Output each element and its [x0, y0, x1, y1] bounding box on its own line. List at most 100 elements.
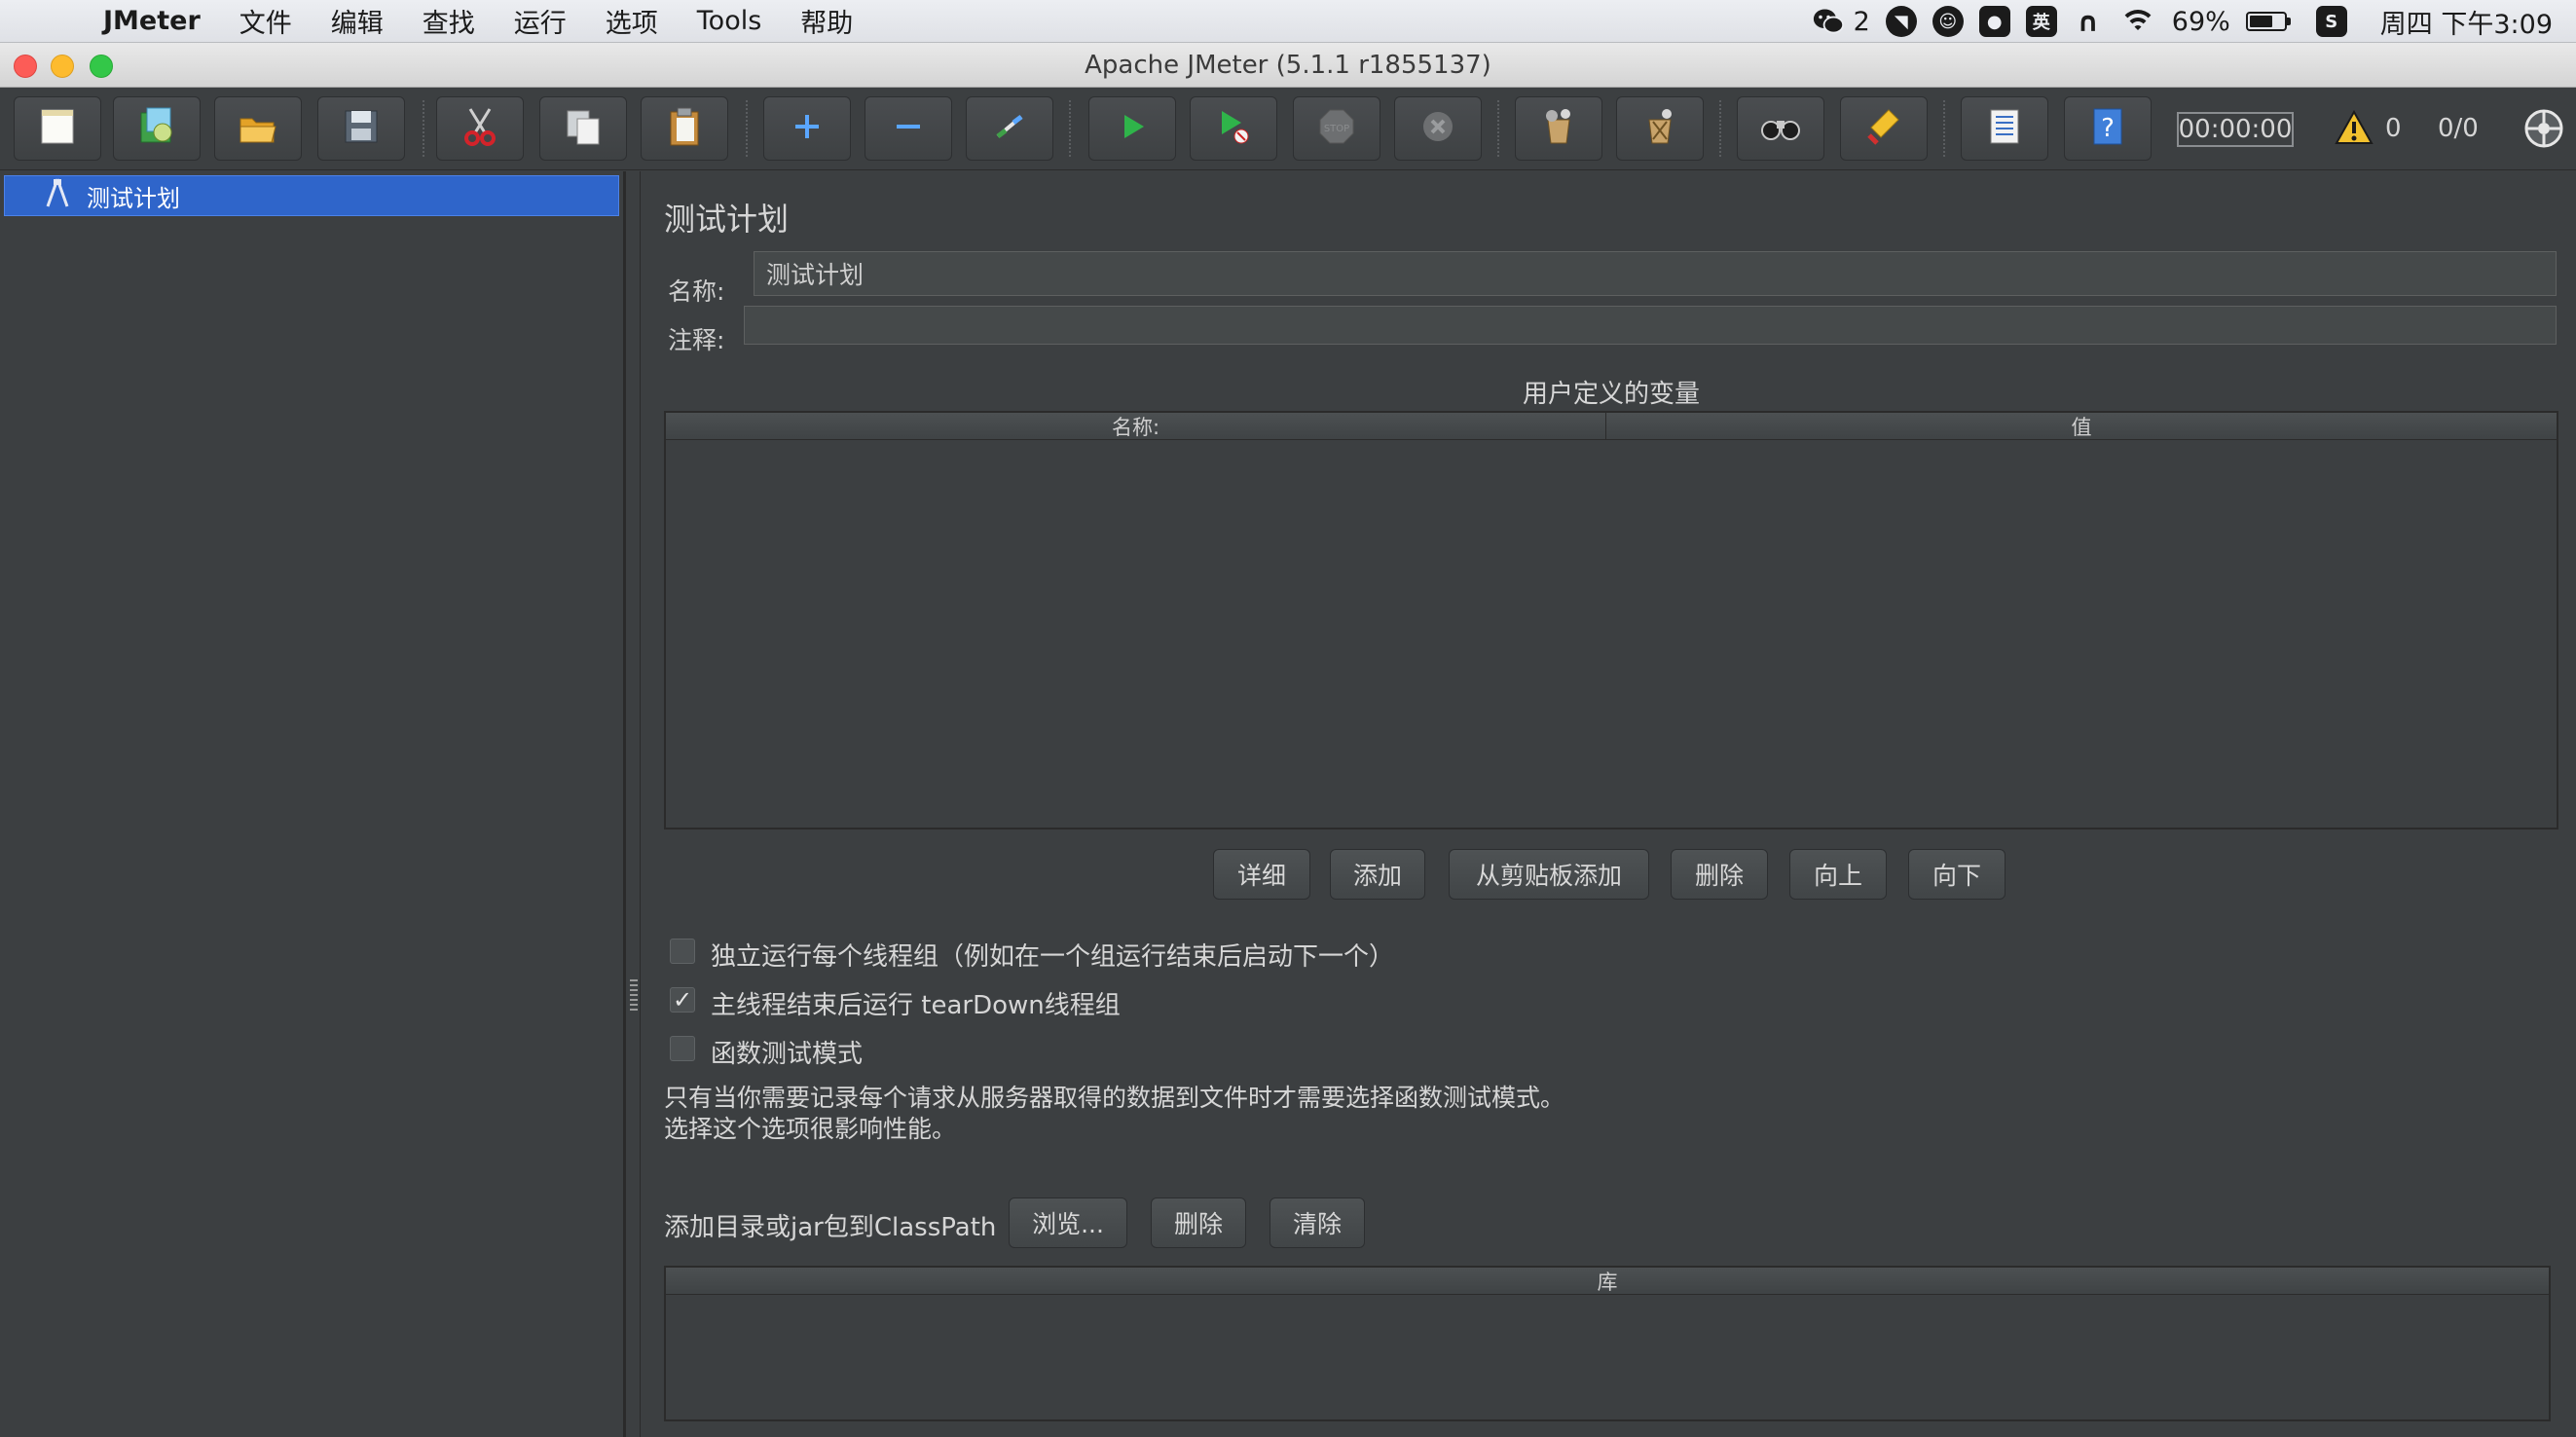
toggle-icon	[990, 107, 1029, 150]
search-button[interactable]	[1737, 96, 1824, 161]
tray-app-icon-2[interactable]: ☺	[1932, 6, 1964, 37]
tree-item-label: 测试计划	[87, 184, 180, 212]
save-icon	[342, 107, 381, 150]
paste-button[interactable]	[641, 96, 728, 161]
headphones-icon[interactable]: ∩	[2073, 6, 2104, 38]
function-helper-button[interactable]	[1961, 96, 2048, 161]
table-header: 名称: 值	[666, 413, 2557, 440]
start-no-pauses-button[interactable]	[1190, 96, 1277, 161]
help-icon: ?	[2090, 107, 2125, 150]
teardown-on-shutdown-checkbox[interactable]: ✓	[670, 987, 695, 1013]
templates-icon	[135, 105, 178, 152]
new-button[interactable]	[14, 96, 101, 161]
window-title: Apache JMeter (5.1.1 r1855137)	[1085, 50, 1491, 80]
copy-button[interactable]	[539, 96, 627, 161]
remote-engines-icon[interactable]	[2523, 108, 2564, 153]
help-button[interactable]: ?	[2064, 96, 2152, 161]
menu-file[interactable]: 文件	[239, 2, 292, 40]
comment-label: 注释:	[668, 326, 725, 354]
clear-icon	[1538, 106, 1579, 151]
toolbar-separator	[1069, 100, 1071, 157]
main-toolbar: STOP ? 00:00:00 0 0/0	[0, 89, 2576, 170]
toolbar-separator	[1719, 100, 1721, 157]
detail-button[interactable]: 详细	[1213, 849, 1310, 900]
elapsed-timer: 00:00:00	[2177, 112, 2294, 147]
divider-grip-icon[interactable]	[630, 979, 638, 1013]
functional-mode-label[interactable]: 函数测试模式	[711, 1034, 863, 1070]
collapse-all-button[interactable]	[865, 96, 952, 161]
menu-run[interactable]: 运行	[514, 2, 567, 40]
clear-all-icon	[1639, 106, 1680, 151]
wechat-icon[interactable]	[1813, 6, 1844, 37]
serialize-threadgroups-checkbox[interactable]	[670, 939, 695, 964]
sogou-icon[interactable]: S	[2315, 6, 2347, 37]
user-variables-title: 用户定义的变量	[1522, 380, 1700, 409]
table-header: 库	[666, 1268, 2549, 1295]
copy-icon	[564, 107, 603, 150]
shutdown-button[interactable]	[1394, 96, 1482, 161]
stop-button[interactable]: STOP	[1293, 96, 1380, 161]
panel-title: 测试计划	[664, 201, 790, 238]
toolbar-separator	[1497, 100, 1499, 157]
toggle-button[interactable]	[966, 96, 1053, 161]
add-from-clipboard-button[interactable]: 从剪贴板添加	[1449, 849, 1649, 900]
svg-text:STOP: STOP	[1324, 124, 1349, 134]
reset-search-button[interactable]	[1840, 96, 1928, 161]
classpath-clear-button[interactable]: 清除	[1270, 1198, 1365, 1248]
teardown-on-shutdown-label[interactable]: 主线程结束后运行 tearDown线程组	[711, 985, 1121, 1021]
start-icon	[1115, 109, 1150, 148]
comment-field[interactable]	[744, 306, 2557, 345]
functional-mode-checkbox[interactable]	[670, 1036, 695, 1061]
window-minimize-button[interactable]	[51, 55, 74, 78]
menu-edit[interactable]: 编辑	[331, 2, 384, 40]
templates-button[interactable]	[113, 96, 201, 161]
window-close-button[interactable]	[14, 55, 37, 78]
test-plan-icon	[38, 177, 77, 215]
menu-search[interactable]: 查找	[423, 2, 475, 40]
microphone-icon[interactable]: ●	[1978, 6, 2010, 37]
active-threads-count: 0/0	[2438, 114, 2479, 143]
user-variables-table[interactable]: 名称: 值	[664, 411, 2558, 829]
delete-button[interactable]: 删除	[1671, 849, 1768, 900]
add-button[interactable]: 添加	[1330, 849, 1425, 900]
cut-button[interactable]	[436, 96, 524, 161]
clear-all-button[interactable]	[1616, 96, 1704, 161]
browse-button[interactable]: 浏览...	[1009, 1198, 1127, 1248]
classpath-library-table[interactable]: 库	[664, 1266, 2551, 1421]
clear-button[interactable]	[1515, 96, 1602, 161]
start-button[interactable]	[1088, 96, 1176, 161]
menu-options[interactable]: 选项	[606, 2, 658, 40]
column-header-library[interactable]: 库	[666, 1268, 2549, 1294]
column-header-name[interactable]: 名称:	[666, 413, 1606, 439]
classpath-delete-button[interactable]: 删除	[1151, 1198, 1246, 1248]
battery-icon[interactable]	[2245, 12, 2291, 31]
tray-app-icon-1[interactable]: ◥	[1885, 6, 1917, 37]
toolbar-separator	[423, 100, 424, 157]
warning-count: 0	[2385, 114, 2402, 143]
split-pane-divider[interactable]	[625, 171, 641, 1437]
name-field[interactable]: 测试计划	[754, 251, 2557, 296]
expand-all-button[interactable]	[763, 96, 851, 161]
classpath-label: 添加目录或jar包到ClassPath	[664, 1213, 997, 1242]
open-button[interactable]	[214, 96, 302, 161]
menu-tools[interactable]: Tools	[697, 6, 762, 36]
wifi-icon[interactable]	[2118, 8, 2156, 35]
function-helper-icon	[1985, 107, 2024, 150]
search-icon	[1759, 111, 1802, 146]
menu-help[interactable]: 帮助	[800, 2, 853, 40]
serialize-threadgroups-label[interactable]: 独立运行每个线程组（例如在一个组运行结束后启动下一个）	[711, 937, 1394, 973]
column-header-value[interactable]: 值	[1606, 413, 2557, 439]
save-button[interactable]	[317, 96, 405, 161]
warning-icon[interactable]	[2335, 109, 2374, 149]
move-up-button[interactable]: 向上	[1789, 849, 1887, 900]
shutdown-icon	[1418, 107, 1457, 150]
status-tray: 2 ◥ ☺ ● 英 ∩ 69% S 周四 下午3:09	[1813, 0, 2553, 43]
input-method-icon[interactable]: 英	[2025, 6, 2057, 37]
window-zoom-button[interactable]	[90, 55, 113, 78]
menubar-clock[interactable]: 周四 下午3:09	[2380, 3, 2553, 41]
menu-app-name[interactable]: JMeter	[103, 6, 201, 36]
move-down-button[interactable]: 向下	[1908, 849, 2006, 900]
tree-item-test-plan[interactable]: 测试计划	[4, 175, 619, 216]
window-titlebar: Apache JMeter (5.1.1 r1855137)	[0, 43, 2576, 88]
test-plan-panel: 测试计划 名称: 测试计划 注释: 用户定义的变量 名称: 值 详细 添加 从剪…	[643, 171, 2576, 1437]
